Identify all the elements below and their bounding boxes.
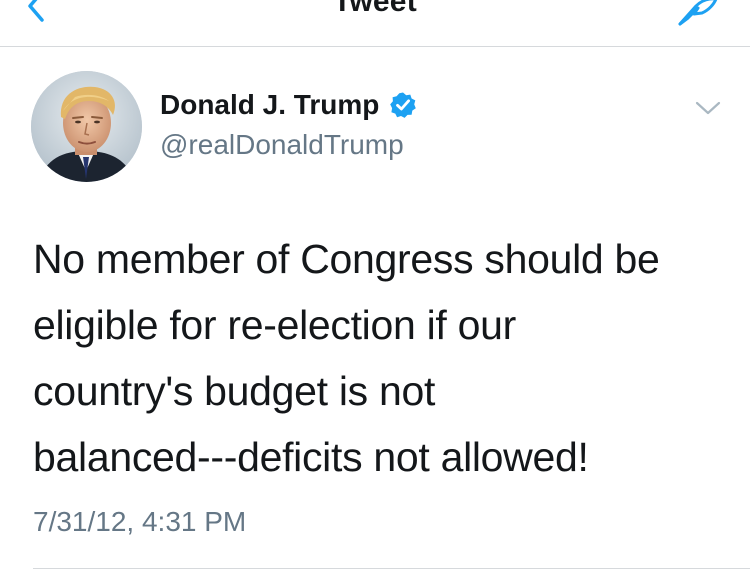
divider [33,568,750,569]
tweet-text-line: country's budget is not [33,368,436,414]
page-title: Tweet [333,0,417,18]
more-options-button[interactable] [692,96,724,120]
compose-feather-icon [678,0,718,26]
author-name: Donald J. Trump [160,89,380,120]
avatar[interactable] [31,71,142,182]
author-name-row[interactable]: Donald J. Trump [160,88,417,122]
verified-badge-icon [389,91,417,119]
tweet-timestamp: 7/31/12, 4:31 PM [33,506,247,537]
tweet-text-line: No member of Congress should be [33,236,660,282]
avatar-photo [31,71,142,182]
chevron-down-icon [695,101,721,115]
tweet-text: No member of Congress should be eligible… [33,226,733,490]
navigation-bar: Tweet [0,0,750,47]
tweet-text-line: balanced---deficits not allowed! [33,434,589,480]
tweet-detail-screen: Tweet Donald J. Trump @realDonaldTrump N… [0,0,750,583]
author-handle[interactable]: @realDonaldTrump [160,129,404,161]
tweet-text-line: eligible for re-election if our [33,302,516,348]
compose-tweet-button[interactable] [674,0,722,26]
